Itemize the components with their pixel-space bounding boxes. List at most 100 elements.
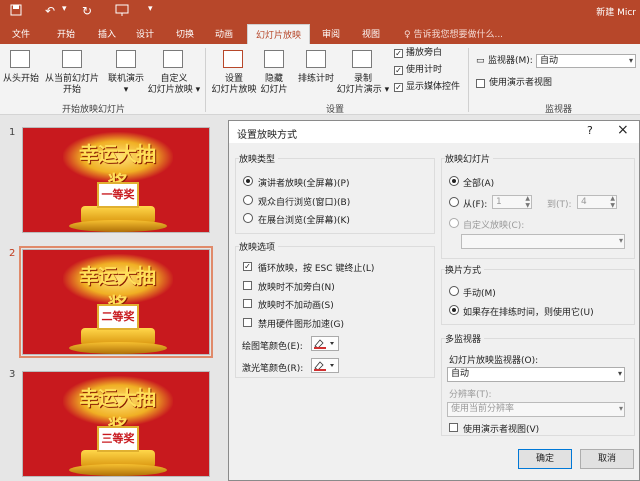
from-current-label-2: 开始 xyxy=(62,85,81,95)
rehearse-label: 排练计时 xyxy=(297,74,334,84)
all-slides-radio[interactable] xyxy=(449,176,459,186)
disable-hw-accel-checkbox[interactable] xyxy=(243,318,252,327)
group-label-monitors: 监视器 xyxy=(545,105,573,115)
cancel-button[interactable]: 取消 xyxy=(580,449,634,469)
setup-label-1: 设置 xyxy=(224,74,243,84)
record-label-2: 幻灯片演示 ▾ xyxy=(336,85,390,95)
tab-view[interactable]: 视图 xyxy=(362,27,380,40)
presentation-icon[interactable] xyxy=(115,4,129,19)
presenter-radio[interactable] xyxy=(243,176,253,186)
media-controls-label: 显示媒体控件 xyxy=(406,82,461,92)
tab-transitions[interactable]: 切换 xyxy=(176,27,194,40)
spinner-arrows-icon: ▲ ▼ xyxy=(525,195,530,209)
disable-hw-accel-label: 禁用硬件图形加速(G) xyxy=(258,320,344,330)
no-narration-label: 放映时不加旁白(N) xyxy=(258,283,335,293)
media-controls-checkbox[interactable]: ✓ xyxy=(394,83,403,92)
prize-label: 三等奖 xyxy=(97,426,139,452)
to-spinner[interactable]: 4 ▲ ▼ xyxy=(577,195,617,209)
tab-animations[interactable]: 动画 xyxy=(215,27,233,40)
from-start-button[interactable]: 从头开始 xyxy=(0,74,42,85)
hide-slide-button[interactable]: 隐藏 幻灯片 xyxy=(258,74,290,96)
no-narration-checkbox[interactable] xyxy=(243,281,252,290)
slideshow-monitor-value: 自动 xyxy=(451,369,470,379)
slide-thumbnail-3[interactable]: 幸运大抽奖 三等奖 xyxy=(22,371,210,477)
slide-thumbnail-1[interactable]: 幸运大抽奖 一等奖 xyxy=(22,127,210,233)
setup-label-2: 幻灯片放映 xyxy=(211,85,257,95)
custom-show-button[interactable]: 自定义 幻灯片放映 ▾ xyxy=(146,74,202,96)
undo-icon[interactable]: ↶ xyxy=(45,4,55,18)
from-radio[interactable] xyxy=(449,197,459,207)
tab-file[interactable]: 文件 xyxy=(12,27,30,40)
presenter-view-checkbox[interactable] xyxy=(476,79,485,88)
group-label-setup: 设置 xyxy=(326,105,345,115)
slide-thumbnail-2[interactable]: 幸运大抽奖 二等奖 xyxy=(19,246,213,358)
close-icon[interactable]: × xyxy=(617,122,629,138)
tell-me-box[interactable]: ♀ 告诉我您想要做什么... xyxy=(404,27,503,40)
laser-color-button[interactable] xyxy=(311,358,339,373)
slideshow-monitor-label: 幻灯片放映监视器(O): xyxy=(449,356,539,366)
slideshow-monitor-select[interactable]: 自动 ▾ xyxy=(447,367,625,382)
save-icon[interactable] xyxy=(10,4,22,19)
show-type-legend: 放映类型 xyxy=(239,152,279,165)
custom-show-label: 自定义放映(C): xyxy=(463,221,525,231)
dropdown-icon[interactable]: ▾ xyxy=(62,4,67,14)
customize-toolbar-icon[interactable]: ▾ xyxy=(148,4,153,14)
record-slideshow-button[interactable]: 录制 幻灯片演示 ▾ xyxy=(336,74,390,96)
group-label-start: 开始放映幻灯片 xyxy=(62,105,126,115)
presenter-label: 演讲者放映(全屏幕)(P) xyxy=(258,179,350,189)
tab-slideshow[interactable]: 幻灯片放映 xyxy=(247,24,311,44)
loop-checkbox[interactable]: ✓ xyxy=(243,262,252,271)
tab-home[interactable]: 开始 xyxy=(57,27,75,40)
tab-design[interactable]: 设计 xyxy=(136,27,154,40)
dialog-title: 设置放映方式 xyxy=(237,130,297,141)
hide-slide-icon xyxy=(264,50,284,68)
use-timings-radio[interactable] xyxy=(449,305,459,315)
monitor-label: 监视器(M): xyxy=(488,56,533,66)
online-present-button[interactable]: 联机演示 ▾ xyxy=(104,74,148,96)
chevron-down-icon: ▾ xyxy=(617,369,622,378)
setup-slideshow-button[interactable]: 设置 幻灯片放映 xyxy=(208,74,260,96)
chevron-down-icon: ▾ xyxy=(618,236,623,245)
tab-review[interactable]: 审阅 xyxy=(322,27,340,40)
kiosk-radio[interactable] xyxy=(243,213,253,223)
tell-me-text: 告诉我您想要做什么... xyxy=(413,30,504,40)
dialog-presenter-view-label: 使用演示者视图(V) xyxy=(463,425,540,435)
slide-number: 1 xyxy=(9,127,16,138)
kiosk-label: 在展台浏览(全屏幕)(K) xyxy=(258,216,350,226)
resolution-select[interactable]: 使用当前分辨率 ▾ xyxy=(447,402,625,417)
from-current-button[interactable]: 从当前幻灯片 开始 xyxy=(42,74,102,96)
show-options-legend: 放映选项 xyxy=(239,240,279,253)
chevron-down-icon: ▾ xyxy=(628,56,633,65)
play-from-current-icon xyxy=(62,50,82,68)
from-spinner[interactable]: 1 ▲ ▼ xyxy=(492,195,532,209)
loop-label: 循环放映，按 ESC 键终止(L) xyxy=(258,264,375,274)
help-icon[interactable]: ? xyxy=(587,124,593,137)
hide-label-1: 隐藏 xyxy=(264,74,283,84)
tab-insert[interactable]: 插入 xyxy=(98,27,116,40)
manual-radio[interactable] xyxy=(449,286,459,296)
no-animation-checkbox[interactable] xyxy=(243,299,252,308)
dialog-presenter-view-checkbox[interactable] xyxy=(449,423,458,432)
custom-show-select[interactable]: ▾ xyxy=(461,234,625,249)
online-present-label: 联机演示 xyxy=(107,74,144,84)
redo-icon[interactable]: ↻ xyxy=(82,4,92,18)
rehearse-timings-button[interactable]: 排练计时 xyxy=(292,74,340,85)
use-timings-label: 如果存在排练时间，则使用它(U) xyxy=(463,308,594,318)
title-bar: ↶ ▾ ↻ ▾ 新建 Micr xyxy=(0,0,640,22)
monitor-icon: ▭ xyxy=(476,56,485,66)
pen-color-label: 绘图笔颜色(E): xyxy=(242,342,303,352)
monitor-select[interactable]: 自动 ▾ xyxy=(536,54,636,68)
custom-show-radio[interactable] xyxy=(449,218,459,228)
podium-base xyxy=(69,464,167,476)
timings-checkbox[interactable]: ✓ xyxy=(394,66,403,75)
from-value: 1 xyxy=(496,197,502,207)
resolution-value: 使用当前分辨率 xyxy=(451,404,515,414)
narration-checkbox[interactable]: ✓ xyxy=(394,49,403,58)
ribbon: 从头开始 从当前幻灯片 开始 联机演示 ▾ 自定义 幻灯片放映 ▾ 开始放映幻灯… xyxy=(0,44,640,115)
prize-label: 一等奖 xyxy=(97,182,139,208)
from-start-label: 从头开始 xyxy=(2,74,39,84)
ok-button[interactable]: 确定 xyxy=(518,449,572,469)
pen-color-button[interactable] xyxy=(311,336,339,351)
narration-label: 播放旁白 xyxy=(406,48,443,58)
browsed-window-radio[interactable] xyxy=(243,195,253,205)
